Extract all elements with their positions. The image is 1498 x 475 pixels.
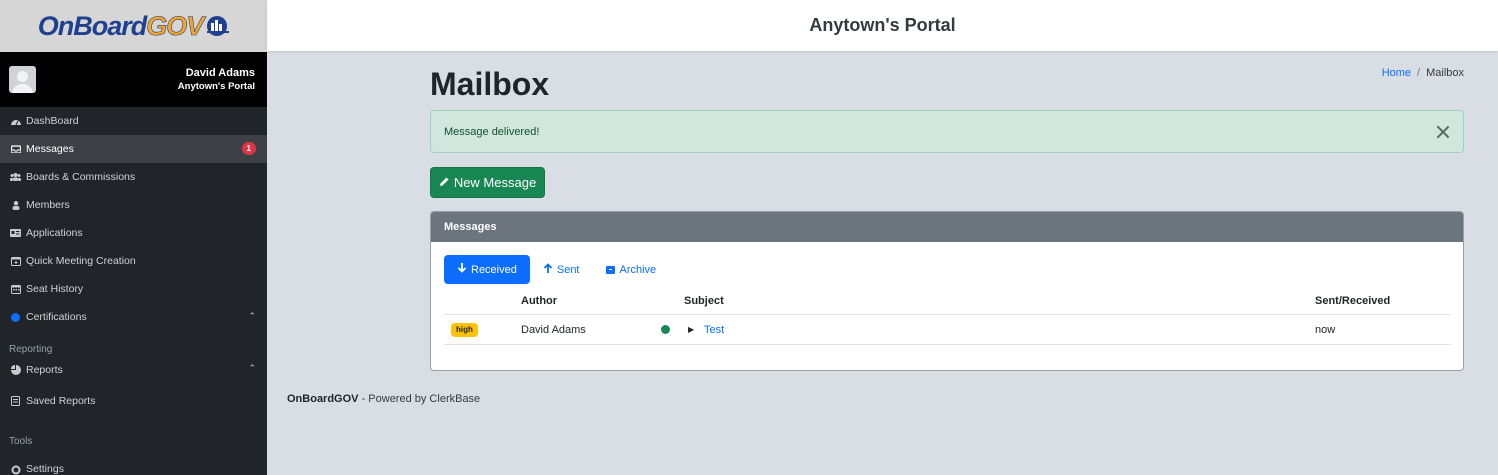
user-info: David Adams Anytown's Portal [178,66,255,94]
unread-dot-icon [661,315,670,344]
sidebar-nav: DashBoard Messages 1 Boards & Commission… [0,107,267,331]
tab-received-label: Received [471,263,517,276]
sidebar-item-label: Members [26,199,70,211]
inbox-icon [10,144,21,155]
tools-nav: Settings [0,447,267,475]
sidebar-item-label: Seat History [26,283,84,295]
top-header: Anytown's Portal [267,0,1498,51]
subject-link[interactable]: Test [704,315,724,344]
user-name: David Adams [185,66,255,79]
sidebar-item-seat-history[interactable]: Seat History [0,275,267,303]
sidebar-item-label: Quick Meeting Creation [26,255,136,267]
sidebar-item-label: Boards & Commissions [26,171,136,183]
column-header-subject[interactable]: Subject [684,288,724,314]
calendar-plus-icon [10,256,21,267]
user-portal: Anytown's Portal [177,80,255,92]
sidebar-item-quick-meeting-creation[interactable]: Quick Meeting Creation [0,247,267,275]
table-row[interactable]: high David Adams ▶ Test now [444,315,1451,345]
sidebar-item-saved-reports[interactable]: Saved Reports [0,385,267,417]
sidebar-item-members[interactable]: Members [0,191,267,219]
brand-logo-area[interactable]: OnBoard GOV [0,0,267,52]
time-cell: now [1315,323,1336,336]
chevron-up-icon[interactable]: ⌃ [248,363,256,374]
sidebar-item-boards-commissions[interactable]: Boards & Commissions [0,163,267,191]
messages-card: Messages Received Sent Archive Author Su… [430,211,1464,371]
breadcrumb-current: Mailbox [1426,67,1464,79]
messages-card-header: Messages [431,212,1463,242]
sidebar-item-label: Messages [26,143,74,155]
sidebar-item-label: Settings [26,463,64,475]
sidebar-item-label: Certifications [26,311,87,323]
sidebar-item-dashboard[interactable]: DashBoard [0,107,267,135]
sidebar: OnBoard GOV David Adams Anytown's Portal … [0,0,267,475]
close-icon[interactable] [1436,125,1450,139]
sidebar-item-label: Saved Reports [26,395,96,407]
success-alert: Message delivered! [430,110,1464,153]
sidebar-item-settings[interactable]: Settings [0,447,267,475]
dashboard-icon [10,116,21,127]
arrow-up-icon [543,263,553,276]
user-panel[interactable]: David Adams Anytown's Portal [0,52,267,107]
sidebar-item-messages[interactable]: Messages 1 [0,135,267,163]
id-card-icon [10,228,21,239]
file-icon [10,396,21,407]
user-icon [10,200,21,211]
alert-message: Message delivered! [444,125,540,138]
chart-pie-icon [10,365,21,376]
portal-title: Anytown's Portal [809,15,956,35]
new-message-label: New Message [453,175,537,190]
breadcrumb: Home / Mailbox [1382,67,1464,79]
tab-archive-label: Archive [619,263,657,276]
tab-sent-label: Sent [556,263,580,276]
caret-right-icon[interactable]: ▶ [688,315,694,344]
column-header-sent-received[interactable]: Sent/Received [1315,288,1390,314]
mailbox-tabs: Received Sent Archive [444,255,669,284]
pencil-icon [439,176,450,190]
priority-cell: high [451,315,478,344]
priority-badge: high [451,322,478,337]
gear-icon [10,464,21,475]
archive-icon [605,265,615,274]
reporting-heading: Reporting [9,344,53,355]
tab-received[interactable]: Received [444,255,530,284]
unread-count-badge: 1 [241,142,256,155]
messages-table: Author Subject Sent/Received high David … [444,288,1451,345]
page-title: Mailbox [430,66,550,102]
tools-heading: Tools [9,436,33,447]
blue-dot-icon [10,312,21,323]
table-header-row: Author Subject Sent/Received [444,288,1451,315]
author-cell: David Adams [521,323,586,336]
logo-text-onboard: OnBoard [37,10,148,41]
breadcrumb-separator: / [1417,67,1421,79]
logo-text-gov: GOV [146,10,205,41]
reporting-nav: Reports ⌃ Saved Reports [0,355,267,417]
breadcrumb-home-link[interactable]: Home [1382,67,1411,79]
footer-brand: OnBoardGOV [287,393,359,405]
onboardgov-logo[interactable]: OnBoard GOV [37,10,230,42]
skyline-icon [207,16,230,36]
new-message-button[interactable]: New Message [430,167,545,198]
sidebar-item-label: Reports [26,364,63,376]
footer-tagline: - Powered by ClerkBase [358,393,481,405]
avatar [9,66,36,93]
calendar-icon [10,284,21,295]
column-header-author[interactable]: Author [521,288,557,314]
sidebar-item-applications[interactable]: Applications [0,219,267,247]
sidebar-item-reports[interactable]: Reports ⌃ [0,355,267,385]
sidebar-item-label: Applications [26,227,83,239]
tab-sent[interactable]: Sent [530,255,593,284]
chevron-up-icon[interactable]: ⌃ [248,311,256,322]
tab-archive[interactable]: Archive [593,255,670,284]
arrow-down-icon [457,263,467,276]
sidebar-item-certifications[interactable]: Certifications ⌃ [0,303,267,331]
sidebar-item-label: DashBoard [26,115,79,127]
footer: OnBoardGOV - Powered by ClerkBase [287,393,480,405]
users-icon [10,172,21,183]
